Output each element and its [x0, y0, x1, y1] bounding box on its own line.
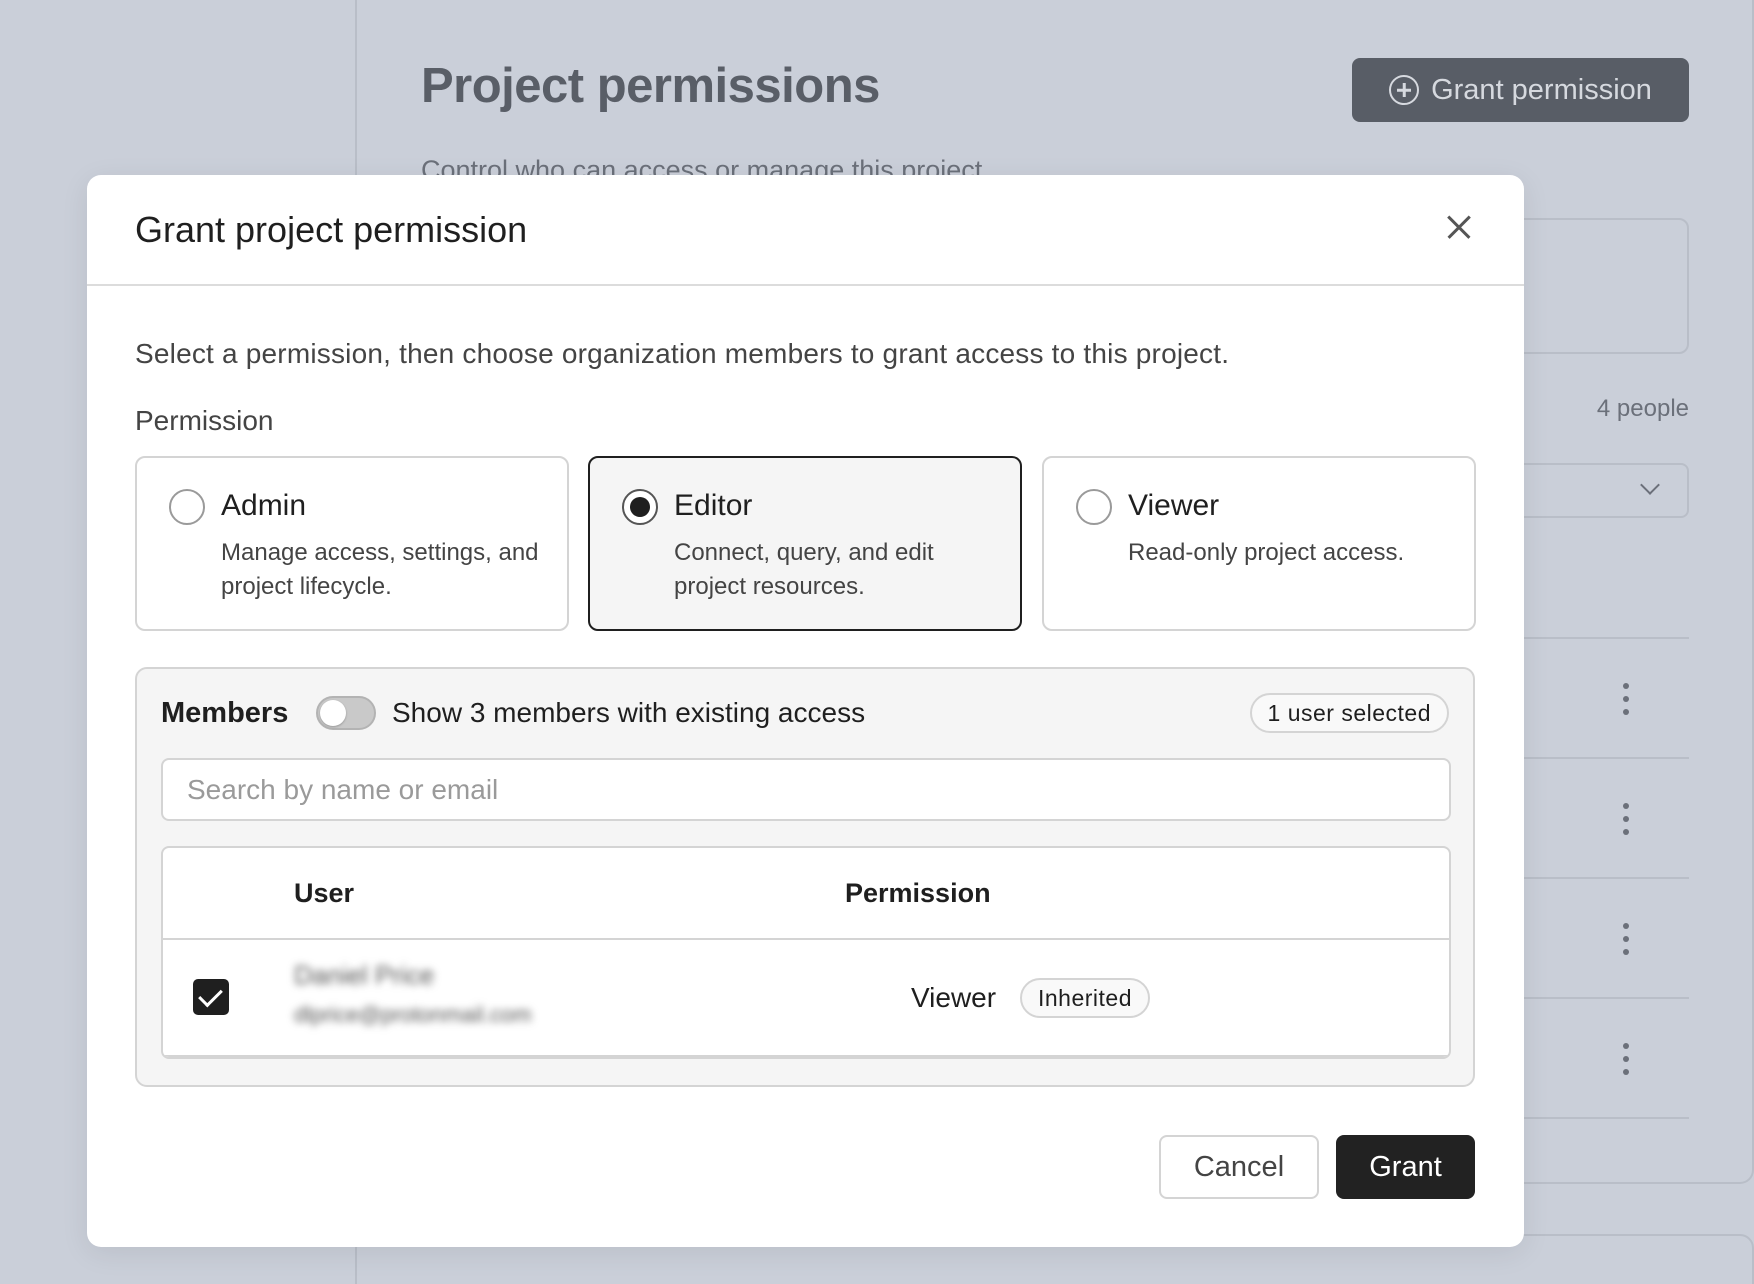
column-header-user: User — [294, 878, 355, 908]
radio-button[interactable] — [1076, 489, 1112, 525]
table-row[interactable]: Daniel Price dlprice@protonmail.com View… — [163, 940, 1449, 1057]
plus-circle-icon — [1389, 75, 1420, 105]
more-options-icon[interactable] — [1622, 1043, 1630, 1075]
grant-permission-label: Grant permission — [1431, 73, 1652, 106]
permission-option-viewer[interactable]: Viewer Read-only project access. — [1042, 456, 1476, 631]
existing-access-toggle-label: Show 3 members with existing access — [392, 697, 866, 728]
radio-button-selected[interactable] — [622, 489, 658, 525]
user-name: Daniel Price — [294, 960, 435, 990]
permission-option-name: Editor — [674, 489, 753, 522]
grant-button[interactable]: Grant — [1336, 1135, 1475, 1199]
permission-option-editor[interactable]: Editor Connect, query, and edit project … — [588, 456, 1022, 631]
cancel-button[interactable]: Cancel — [1159, 1135, 1319, 1199]
page-subtitle: Control who can access or manage this pr… — [421, 155, 983, 176]
dialog-title: Grant project permission — [135, 209, 528, 250]
permission-option-description: Read-only project access. — [1128, 539, 1405, 566]
selected-count-badge: 1 user selected — [1249, 693, 1449, 733]
dialog-description: Select a permission, then choose organiz… — [135, 338, 1230, 369]
row-checkbox[interactable] — [193, 979, 229, 1015]
more-options-icon[interactable] — [1622, 683, 1630, 715]
members-panel: Members Show 3 members with existing acc… — [135, 667, 1475, 1087]
members-title: Members — [161, 697, 289, 729]
members-table: User Permission Daniel Price dlprice@pro… — [161, 846, 1451, 1059]
more-options-icon[interactable] — [1622, 923, 1630, 955]
permission-option-name: Admin — [221, 489, 307, 522]
permission-option-description: Manage access, settings, and project lif… — [221, 539, 539, 600]
people-count: 4 people — [1596, 395, 1689, 422]
column-header-permission: Permission — [845, 878, 991, 908]
close-icon[interactable] — [1437, 205, 1481, 249]
existing-access-toggle[interactable] — [316, 696, 376, 730]
dialog-header: Grant project permission — [87, 175, 1524, 286]
grant-permission-button[interactable]: Grant permission — [1352, 58, 1689, 122]
member-search-input[interactable] — [161, 758, 1451, 821]
radio-button[interactable] — [169, 489, 205, 525]
more-options-icon[interactable] — [1622, 803, 1630, 835]
grant-permission-dialog: Grant project permission Select a permis… — [87, 175, 1524, 1247]
permission-option-description: Connect, query, and edit project resourc… — [674, 539, 934, 600]
page-title: Project permissions — [421, 59, 880, 113]
toggle-knob — [320, 700, 346, 726]
user-email: dlprice@protonmail.com — [294, 1002, 532, 1027]
permission-label: Permission — [135, 405, 274, 436]
inherited-badge: Inherited — [1020, 978, 1151, 1018]
permission-option-name: Viewer — [1128, 489, 1220, 522]
permission-option-admin[interactable]: Admin Manage access, settings, and proje… — [135, 456, 569, 631]
user-permission: Viewer — [911, 982, 997, 1013]
table-header: User Permission — [163, 848, 1449, 940]
